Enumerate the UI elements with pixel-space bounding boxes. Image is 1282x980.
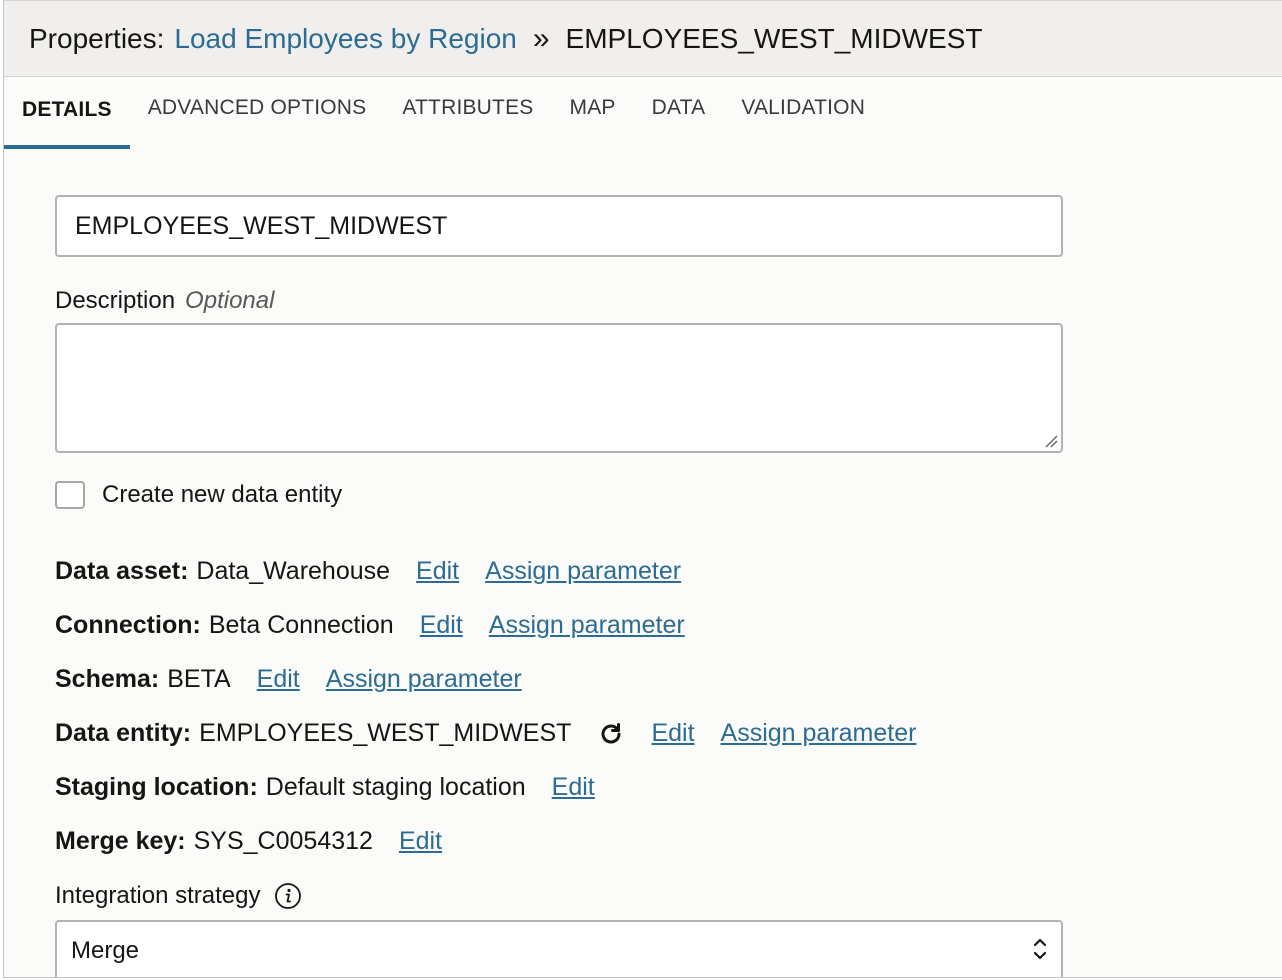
panel-header: Properties: Load Employees by Region » E… [4,0,1282,77]
connection-assign-link[interactable]: Assign parameter [489,611,685,640]
data-entity-key: Data entity: [55,719,192,747]
data-entity-assign-link[interactable]: Assign parameter [721,719,917,748]
description-label: Description Optional [55,287,274,315]
info-icon[interactable] [274,882,302,910]
data-asset-row: Data asset: Data_Warehouse Edit Assign p… [55,557,681,586]
schema-edit-link[interactable]: Edit [257,665,300,694]
create-entity-checkbox[interactable] [55,481,85,509]
connection-key: Connection: [55,611,201,639]
current-operator-name: EMPLOYEES_WEST_MIDWEST [565,22,983,54]
data-asset-assign-link[interactable]: Assign parameter [485,557,681,586]
integration-strategy-value: Merge [71,937,140,964]
flow-link[interactable]: Load Employees by Region [174,23,516,55]
merge-key-edit-link[interactable]: Edit [399,827,442,856]
integration-strategy-select[interactable]: Merge [55,920,1063,977]
connection-value: Beta Connection [208,611,394,639]
chevron-updown-icon [1033,938,1047,960]
tab-bar: DETAILS ADVANCED OPTIONS ATTRIBUTES MAP … [4,77,1282,149]
schema-value: BETA [167,665,231,693]
data-entity-row: Data entity: EMPLOYEES_WEST_MIDWEST Edit… [55,719,916,748]
tab-advanced-options[interactable]: ADVANCED OPTIONS [130,97,385,149]
description-textarea[interactable] [55,323,1063,453]
data-entity-value: EMPLOYEES_WEST_MIDWEST [199,719,572,747]
breadcrumb-separator: » [532,21,550,55]
tab-attributes[interactable]: ATTRIBUTES [384,97,551,149]
staging-location-key: Staging location: [55,773,258,801]
tab-data[interactable]: DATA [634,97,724,149]
merge-key-key: Merge key: [55,827,186,855]
integration-strategy-label: Integration strategy [55,882,302,910]
connection-edit-link[interactable]: Edit [420,611,463,640]
merge-key-value: SYS_C0054312 [193,827,373,855]
schema-assign-link[interactable]: Assign parameter [326,665,522,694]
staging-location-row: Staging location: Default staging locati… [55,773,595,802]
optional-hint: Optional [185,287,275,314]
staging-location-edit-link[interactable]: Edit [552,773,595,802]
name-field[interactable]: EMPLOYEES_WEST_MIDWEST [55,195,1063,257]
data-entity-edit-link[interactable]: Edit [651,719,694,748]
merge-key-row: Merge key: SYS_C0054312 Edit [55,827,442,856]
tab-map[interactable]: MAP [552,97,634,149]
properties-panel: Properties: Load Employees by Region » E… [3,0,1282,978]
staging-location-value: Default staging location [265,773,526,801]
header-prefix: Properties: [29,22,165,54]
refresh-icon[interactable] [597,720,625,748]
schema-row: Schema: BETA Edit Assign parameter [55,665,522,694]
data-asset-value: Data_Warehouse [196,557,391,585]
data-asset-key: Data asset: [55,557,189,585]
tab-validation[interactable]: VALIDATION [723,97,883,149]
create-entity-label[interactable]: Create new data entity [102,481,342,509]
data-asset-edit-link[interactable]: Edit [416,557,459,586]
connection-row: Connection: Beta Connection Edit Assign … [55,611,685,640]
resize-grip-icon[interactable] [1044,434,1058,448]
tab-details[interactable]: DETAILS [4,97,130,149]
integration-strategy-text: Integration strategy [55,882,261,909]
description-label-text: Description [55,287,176,314]
schema-key: Schema: [55,665,160,693]
create-entity-row: Create new data entity [55,481,342,509]
